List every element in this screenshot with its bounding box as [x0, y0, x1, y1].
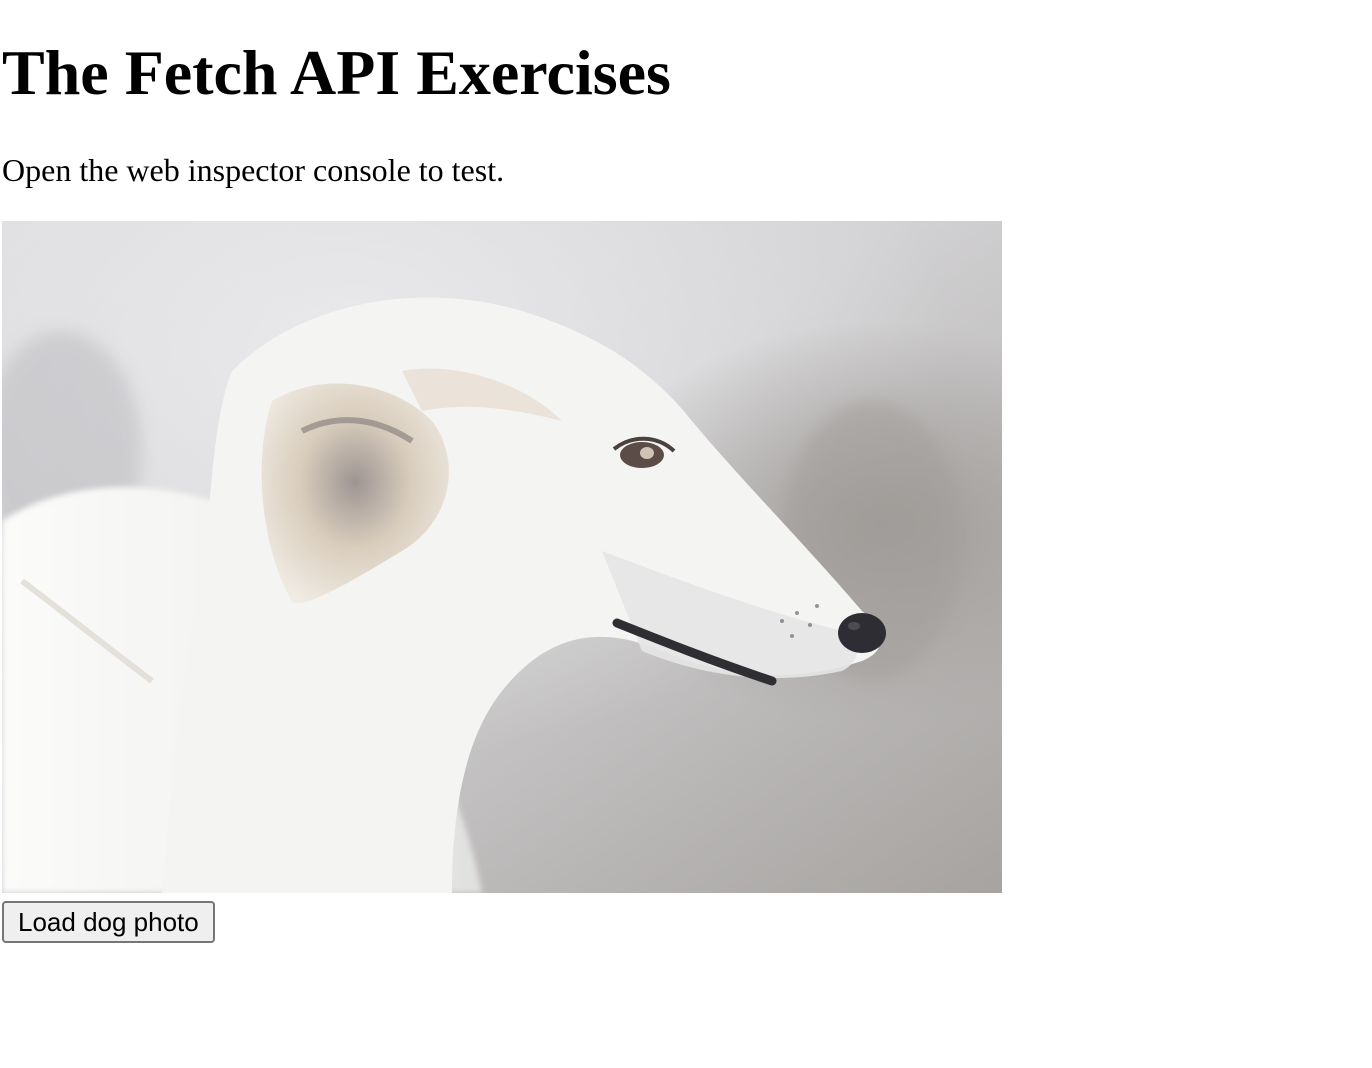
dog-photo-illustration — [2, 221, 1002, 893]
load-dog-photo-button[interactable]: Load dog photo — [2, 901, 215, 943]
dog-photo — [2, 221, 1002, 893]
page-title: The Fetch API Exercises — [2, 37, 671, 108]
page: The Fetch API Exercises Open the web ins… — [0, 0, 1372, 1068]
intro-text: Open the web inspector console to test. — [2, 152, 505, 188]
